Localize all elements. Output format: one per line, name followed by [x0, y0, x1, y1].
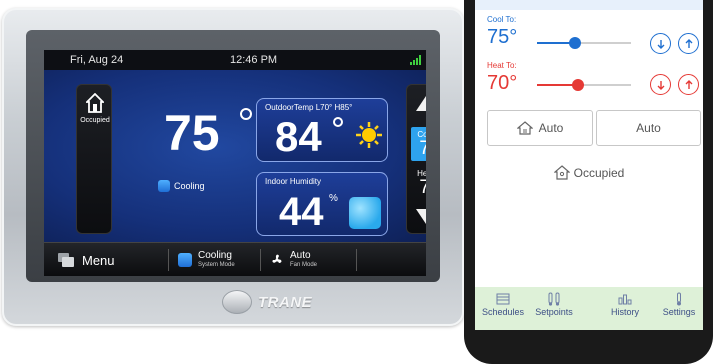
bottom-nav: Schedules Setpoints History Settings	[475, 287, 703, 330]
fan-mode-label: Auto	[290, 250, 311, 261]
increase-setpoint-icon[interactable]	[416, 93, 426, 111]
nav-item-schedules[interactable]: Schedules	[481, 291, 525, 317]
outdoor-temp-card: OutdoorTemp L70° H85° 84	[256, 98, 388, 162]
thermostat-screen: Fri, Aug 24 12:46 PM Occupied 75 Cooling…	[44, 50, 426, 276]
menu-icon	[58, 253, 74, 267]
nav-item-setpoints[interactable]: Setpoints	[531, 291, 577, 317]
indoor-temperature: 75	[164, 105, 220, 161]
nav-item-settings[interactable]: Settings	[657, 291, 701, 317]
nav-item-history[interactable]: History	[605, 291, 645, 317]
fan-icon	[272, 254, 282, 263]
setpoint-panel: Cool to 75 Heat to 70	[406, 84, 426, 234]
degree-symbol-icon	[240, 108, 252, 120]
humidity-unit: %	[329, 193, 338, 204]
heat-to-label: Heat To:	[487, 61, 517, 70]
current-mode-indicator: Cooling	[158, 180, 205, 192]
system-mode-label: Cooling	[198, 250, 232, 261]
system-mode-button[interactable]: Cooling System Mode	[178, 243, 235, 276]
heat-increase-button[interactable]	[678, 74, 699, 95]
nav-label-settings: Settings	[662, 307, 696, 317]
trane-emblem-icon	[222, 290, 252, 314]
divider	[356, 249, 357, 271]
cool-decrease-button[interactable]	[650, 33, 671, 54]
status-date: Fri, Aug 24	[70, 54, 124, 66]
app-header-strip	[475, 0, 703, 10]
status-time: 12:46 PM	[230, 54, 278, 66]
thermostat-app-screen: Cool To: 75° Heat To: 70° Auto Auto Occu…	[475, 0, 703, 330]
arrow-down-icon	[657, 39, 664, 49]
snowflake-icon	[178, 253, 192, 267]
heat-slider-knob[interactable]	[572, 79, 584, 91]
current-mode-label: Cooling	[174, 181, 205, 191]
cool-setpoint-slider[interactable]	[537, 37, 631, 49]
history-icon	[618, 291, 632, 307]
decrease-setpoint-icon[interactable]	[416, 209, 426, 227]
cool-to-label: Cool To:	[487, 15, 517, 24]
scene: Fri, Aug 24 12:46 PM Occupied 75 Cooling…	[0, 0, 713, 364]
setpoints-icon	[547, 291, 561, 307]
phone-device: Cool To: 75° Heat To: 70° Auto Auto Occu…	[464, 0, 713, 364]
occupied-status[interactable]: Occupied	[475, 165, 703, 180]
humidity-value: 44	[279, 190, 324, 234]
snowflake-icon	[158, 180, 170, 192]
occupied-label: Occupied	[80, 117, 110, 124]
brand-logo: TRANE	[222, 290, 312, 314]
thermostat-device: Fri, Aug 24 12:46 PM Occupied 75 Cooling…	[2, 8, 464, 326]
heat-setpoint-slider[interactable]	[537, 79, 631, 91]
divider	[260, 249, 261, 271]
arrow-up-icon	[685, 79, 692, 89]
divider	[168, 249, 169, 271]
brand-name: TRANE	[258, 293, 313, 311]
outdoor-temperature: 84	[275, 113, 322, 160]
system-mode-button-label: Auto	[538, 121, 564, 135]
heat-to-value: 70°	[487, 72, 518, 94]
heat-setpoint-value[interactable]: 70	[407, 177, 426, 199]
status-bar: Fri, Aug 24 12:46 PM	[44, 50, 426, 70]
outdoor-temp-title: OutdoorTemp L70° H85°	[265, 103, 353, 112]
heat-decrease-button[interactable]	[650, 74, 671, 95]
schedules-icon	[496, 291, 510, 307]
home-icon	[516, 121, 533, 135]
settings-icon	[675, 291, 683, 307]
cool-setpoint-value: 75	[419, 138, 426, 159]
fan-mode-button-label: Auto	[636, 121, 661, 135]
nav-label-history: History	[610, 307, 639, 317]
humidity-title: Indoor Humidity	[265, 177, 322, 186]
degree-symbol-icon	[333, 117, 343, 127]
cool-setpoint-box[interactable]: Cool to 75	[411, 127, 426, 161]
arrow-up-icon	[685, 38, 692, 48]
fan-mode-button[interactable]: Auto	[596, 110, 701, 146]
bottom-bar: Menu Cooling System Mode Auto Fan Mode	[44, 242, 426, 276]
arrow-down-icon	[657, 80, 664, 90]
water-drop-icon	[349, 197, 381, 229]
menu-label: Menu	[82, 252, 115, 268]
cool-to-value: 75°	[487, 26, 518, 48]
humidity-card: Indoor Humidity 44 %	[256, 172, 388, 236]
fan-mode-sublabel: Fan Mode	[290, 262, 318, 268]
sun-icon	[356, 122, 382, 148]
system-mode-sublabel: System Mode	[198, 262, 235, 268]
menu-button[interactable]: Menu	[58, 243, 115, 276]
home-icon	[553, 165, 570, 180]
home-icon	[86, 93, 104, 113]
nav-label-setpoints: Setpoints	[535, 307, 573, 317]
cool-increase-button[interactable]	[678, 33, 699, 54]
occupied-label: Occupied	[573, 165, 625, 180]
system-mode-button[interactable]: Auto	[487, 110, 593, 146]
signal-icon	[410, 55, 421, 65]
fan-mode-button[interactable]: Auto Fan Mode	[270, 243, 317, 276]
cool-slider-knob[interactable]	[569, 37, 581, 49]
nav-label-schedules: Schedules	[481, 307, 525, 317]
occupied-button[interactable]: Occupied	[76, 84, 112, 234]
